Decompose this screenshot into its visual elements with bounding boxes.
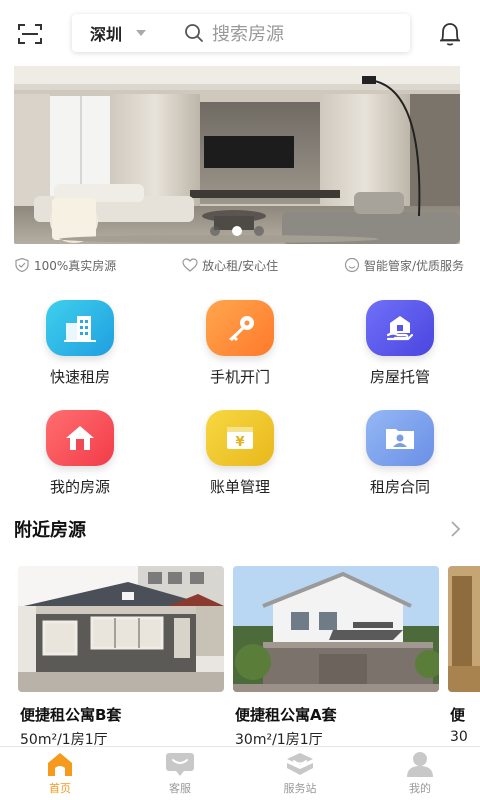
feature-strip: 100%真实房源 放心租/安心住 智能管家/优质服务 xyxy=(14,255,464,275)
tab-label: 客服 xyxy=(169,782,191,795)
chat-icon xyxy=(165,751,195,777)
feature-item: 放心租/安心住 xyxy=(182,257,278,274)
chevron-right-icon[interactable] xyxy=(448,520,462,538)
grid-item-phone-unlock[interactable]: 手机开门 xyxy=(180,300,300,387)
grid-label: 我的房源 xyxy=(49,478,110,496)
scan-icon[interactable] xyxy=(16,20,44,48)
grid-label: 租房合同 xyxy=(369,478,430,496)
listing-subtitle: 30 xyxy=(450,729,468,745)
grid-item-bill-management[interactable]: ¥ 账单管理 xyxy=(180,410,300,497)
search-bar: 深圳 搜索房源 xyxy=(72,14,410,52)
carousel-dots xyxy=(14,226,460,236)
listing-photo xyxy=(18,566,224,692)
smile-icon xyxy=(344,257,360,273)
grid-item-rental-contract[interactable]: 租房合同 xyxy=(340,410,460,497)
bottom-tab-bar: 首页 客服 服务站 我的 xyxy=(0,746,480,800)
svg-text:¥: ¥ xyxy=(235,435,244,450)
tab-home[interactable]: 首页 xyxy=(0,747,120,800)
nearby-listings: 便捷租公寓B套 50m²/1房1厅 便捷租公寓A套 30m²/1房1厅 便 30 xyxy=(0,566,480,748)
bell-icon[interactable] xyxy=(438,20,462,48)
grid-item-my-listings[interactable]: 我的房源 xyxy=(20,410,140,497)
listing-photo xyxy=(233,566,439,692)
tab-profile[interactable]: 我的 xyxy=(360,747,480,800)
caret-down-icon xyxy=(136,30,147,36)
listing-title: 便 xyxy=(450,706,466,724)
tab-label: 我的 xyxy=(409,782,431,795)
carousel-dot[interactable] xyxy=(254,226,264,236)
bill-icon: ¥ xyxy=(206,410,274,466)
feature-label: 放心租/安心住 xyxy=(202,258,279,273)
search-placeholder: 搜索房源 xyxy=(212,24,284,45)
contract-icon xyxy=(366,410,434,466)
city-selector[interactable]: 深圳 xyxy=(72,14,172,52)
home-icon xyxy=(46,410,114,466)
tab-label: 首页 xyxy=(49,782,71,795)
feature-label: 100%真实房源 xyxy=(34,258,117,273)
grid-label: 账单管理 xyxy=(209,478,270,496)
banner-carousel[interactable] xyxy=(14,66,460,244)
grid-label: 手机开门 xyxy=(209,368,270,386)
user-icon xyxy=(405,751,435,777)
tab-customer-service[interactable]: 客服 xyxy=(120,747,240,800)
search-icon xyxy=(185,24,203,42)
top-bar: 深圳 搜索房源 xyxy=(0,0,480,66)
home-tab-icon xyxy=(45,751,75,777)
carousel-dot[interactable] xyxy=(210,226,220,236)
listing-card[interactable]: 便 30 xyxy=(448,566,480,745)
listing-title: 便捷租公寓B套 xyxy=(20,706,122,724)
feature-item: 智能管家/优质服务 xyxy=(344,257,464,274)
key-icon xyxy=(206,300,274,356)
carousel-dot-active[interactable] xyxy=(232,226,242,236)
living-room-photo xyxy=(14,66,460,244)
tab-label: 服务站 xyxy=(283,782,317,795)
feature-item: 100%真实房源 xyxy=(14,257,116,274)
grid-item-house-custody[interactable]: 房屋托管 xyxy=(340,300,460,387)
grid-item-quick-rent[interactable]: 快速租房 xyxy=(20,300,140,387)
listing-card[interactable]: 便捷租公寓A套 30m²/1房1厅 xyxy=(233,566,439,748)
service-icon xyxy=(285,751,315,777)
grid-label: 房屋托管 xyxy=(369,368,430,386)
city-label: 深圳 xyxy=(90,25,123,44)
shield-check-icon xyxy=(15,257,29,273)
feature-label: 智能管家/优质服务 xyxy=(363,258,464,273)
search-input[interactable]: 搜索房源 xyxy=(172,14,410,52)
tab-service-station[interactable]: 服务站 xyxy=(240,747,360,800)
section-title-nearby: 附近房源 xyxy=(14,520,86,541)
listing-photo xyxy=(448,566,480,692)
house-hand-icon xyxy=(366,300,434,356)
listing-card[interactable]: 便捷租公寓B套 50m²/1房1厅 xyxy=(18,566,224,748)
heart-icon xyxy=(182,258,198,272)
grid-label: 快速租房 xyxy=(49,368,110,386)
building-icon xyxy=(46,300,114,356)
listing-title: 便捷租公寓A套 xyxy=(235,706,337,724)
